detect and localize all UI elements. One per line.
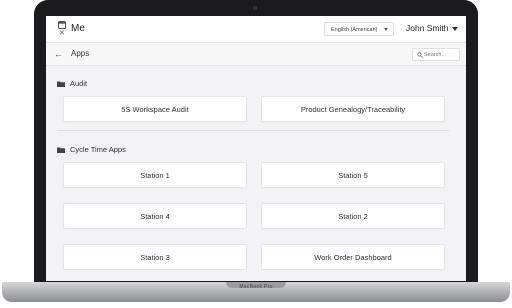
app-card[interactable]: Station 3 [63,244,247,270]
search-box[interactable] [412,48,460,61]
page-title: Me [71,23,85,34]
search-icon [417,52,423,58]
app-card[interactable]: 5S Workspace Audit [63,96,247,122]
camera [253,6,257,10]
section-divider [57,130,449,131]
app-card[interactable]: Station 4 [63,203,247,229]
search-input[interactable] [424,49,459,60]
section-header-audit: Audit [57,79,87,88]
close-icon[interactable]: ✕ [59,30,65,38]
app-card[interactable]: Work Order Dashboard [261,244,445,270]
app-card[interactable]: Station 2 [261,203,445,229]
app-card[interactable]: Station 5 [261,162,445,188]
app-card[interactable]: Station 1 [63,162,247,188]
section-title-audit: Audit [70,79,88,88]
device-model-label: MacBook Pro [239,284,273,290]
caret-down-icon [451,26,458,31]
chevron-down-icon [384,28,388,31]
folder-icon [57,147,65,153]
section-title: Apps [71,49,90,58]
account-name: John Smith [406,23,449,33]
section-title-cycle-time: Cycle Time Apps [70,145,126,154]
folder-icon [57,81,65,87]
app-card[interactable]: Product Genealogy/Traceability [261,96,445,122]
section-header-cycle-time: Cycle Time Apps [57,145,126,154]
app-screen: ✕ Me English (American) John Smith ← App… [46,16,466,281]
language-select[interactable]: English (American) [324,22,394,36]
account-menu[interactable]: John Smith [406,23,458,33]
sub-header: ← Apps [46,43,466,66]
top-bar: ✕ Me English (American) John Smith [46,16,466,43]
back-arrow-icon[interactable]: ← [54,49,63,59]
app-menu-icon[interactable] [58,21,66,29]
language-value: English (American) [331,27,378,33]
